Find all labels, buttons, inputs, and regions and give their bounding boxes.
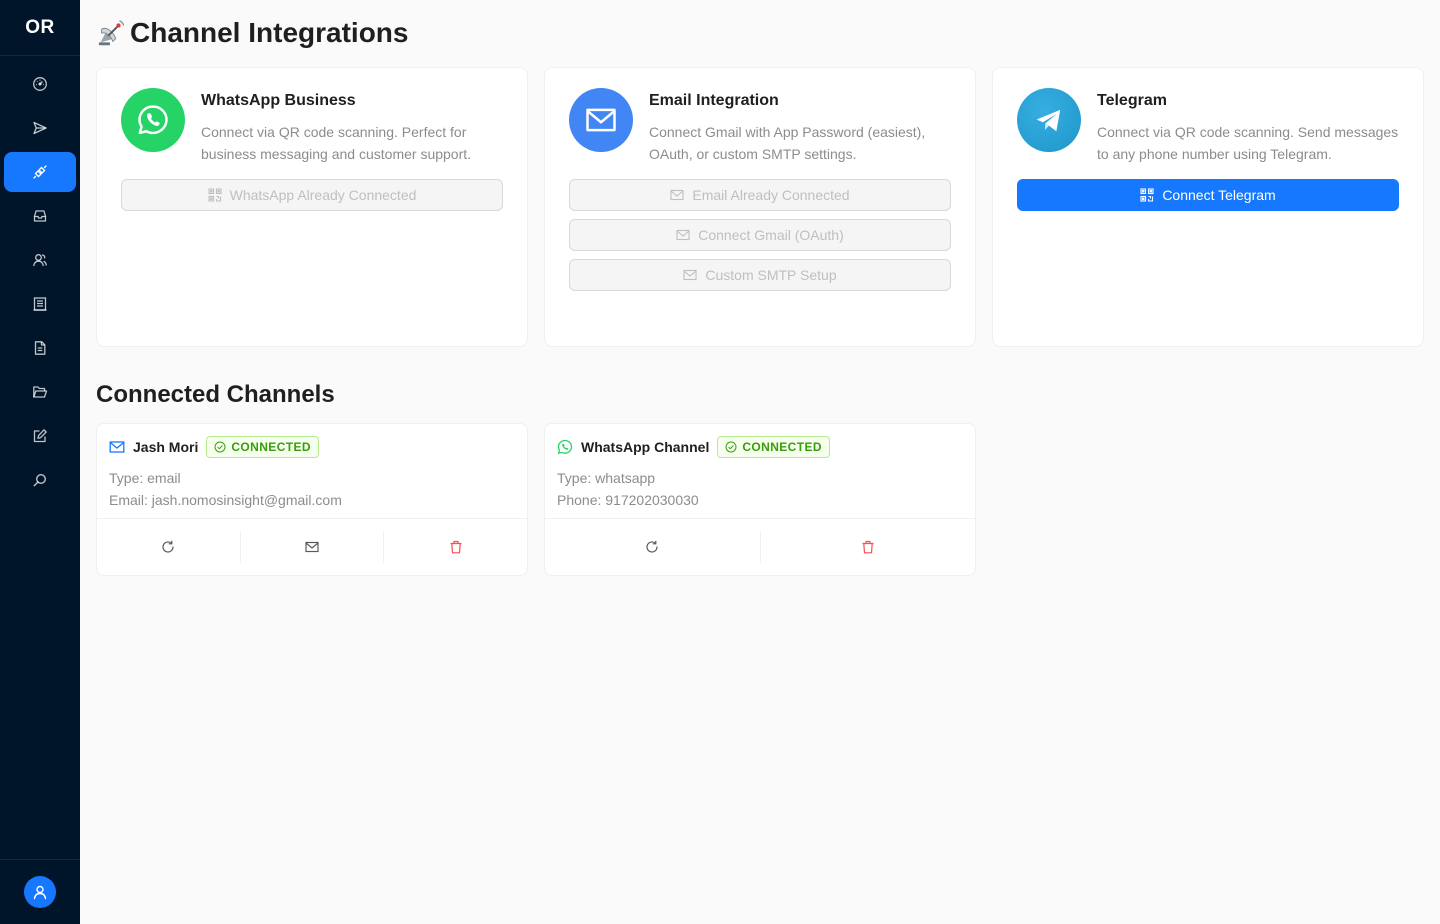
check-circle-icon [214, 441, 226, 453]
app-logo[interactable]: OR [0, 0, 80, 56]
sidebar-item-inbox[interactable] [4, 196, 76, 236]
reload-icon [646, 540, 658, 553]
connect-telegram-button[interactable]: Connect Telegram [1017, 179, 1399, 211]
sidebar-item-integrations[interactable] [4, 152, 76, 192]
status-badge: CONNECTED [206, 436, 319, 458]
satellite-antenna-emoji [98, 20, 125, 46]
delete-button[interactable] [761, 531, 976, 563]
user-icon [33, 885, 47, 900]
email-connected-button[interactable]: Email Already Connected [569, 179, 951, 211]
button-label: Custom SMTP Setup [705, 267, 837, 283]
reload-button[interactable] [545, 531, 761, 563]
whatsapp-connected-button[interactable]: WhatsApp Already Connected [121, 179, 503, 211]
status-text: CONNECTED [231, 440, 311, 454]
sidebar-item-companies[interactable] [4, 284, 76, 324]
main-content: Channel Integrations WhatsApp Business C… [80, 0, 1440, 924]
search-icon [33, 473, 47, 487]
telegram-icon [1036, 109, 1061, 132]
sidebar: OR [0, 0, 80, 924]
connected-channel-card-email: Jash Mori CONNECTED Type: email Email: j… [96, 423, 528, 576]
channel-detail: Phone: 917202030030 [557, 492, 699, 508]
sidebar-item-contacts[interactable] [4, 240, 76, 280]
channel-name: WhatsApp Channel [581, 439, 710, 455]
mail-icon [586, 108, 616, 132]
email-logo [569, 88, 633, 152]
edit-icon [33, 429, 47, 443]
page-title-text: Channel Integrations [130, 17, 409, 48]
qrcode-icon [1140, 188, 1154, 202]
channel-name: Jash Mori [133, 439, 199, 455]
whatsapp-integration-card: WhatsApp Business Connect via QR code sc… [96, 67, 528, 347]
telegram-integration-card: Telegram Connect via QR code scanning. S… [992, 67, 1424, 347]
dashboard-icon [33, 77, 47, 91]
delete-icon [862, 540, 874, 554]
button-label: Email Already Connected [692, 187, 850, 203]
sidebar-item-search[interactable] [4, 460, 76, 500]
whatsapp-icon [138, 105, 168, 135]
sidebar-nav [0, 56, 80, 500]
mail-icon [305, 541, 319, 553]
check-circle-icon [725, 441, 737, 453]
building-icon [33, 297, 47, 311]
sidebar-item-campaigns[interactable] [4, 108, 76, 148]
channel-actions [97, 519, 527, 575]
button-label: WhatsApp Already Connected [229, 187, 417, 203]
reload-button[interactable] [97, 531, 241, 563]
integration-description: Connect via QR code scanning. Perfect fo… [201, 124, 472, 162]
connected-channels-title: Connected Channels [96, 381, 335, 408]
page-title: Channel Integrations [96, 17, 408, 49]
mail-icon [676, 229, 690, 241]
status-badge: CONNECTED [717, 436, 830, 458]
status-text: CONNECTED [742, 440, 822, 454]
delete-icon [450, 540, 462, 554]
integration-title: Telegram [1097, 92, 1167, 109]
connected-channel-card-whatsapp: WhatsApp Channel CONNECTED Type: whatsap… [544, 423, 976, 576]
custom-smtp-button[interactable]: Custom SMTP Setup [569, 259, 951, 291]
integration-link-icon [33, 165, 47, 179]
file-icon [34, 341, 46, 355]
folder-open-icon [33, 386, 48, 398]
sidebar-item-documents[interactable] [4, 328, 76, 368]
channel-detail: Email: jash.nomosinsight@gmail.com [109, 492, 342, 508]
whatsapp-icon [557, 439, 573, 454]
channel-actions [545, 519, 975, 575]
integration-title: WhatsApp Business [201, 92, 356, 109]
channel-type: Type: whatsapp [557, 470, 656, 486]
button-label: Connect Gmail (OAuth) [698, 227, 844, 243]
send-email-button[interactable] [241, 531, 385, 563]
integration-description: Connect via QR code scanning. Send messa… [1097, 124, 1399, 162]
sidebar-item-dashboard[interactable] [4, 64, 76, 104]
mail-icon [670, 189, 684, 201]
mail-icon [683, 269, 697, 281]
sidebar-item-files[interactable] [4, 372, 76, 412]
integration-description: Connect Gmail with App Password (easiest… [649, 124, 926, 162]
reload-icon [162, 540, 174, 553]
whatsapp-logo [121, 88, 185, 152]
inbox-icon [33, 210, 47, 222]
qrcode-icon [208, 188, 222, 202]
sidebar-item-editor[interactable] [4, 416, 76, 456]
send-icon [33, 121, 47, 135]
mail-icon [109, 441, 125, 453]
user-avatar[interactable] [24, 876, 56, 908]
button-label: Connect Telegram [1162, 187, 1276, 203]
contacts-icon [33, 254, 47, 267]
sidebar-footer [0, 859, 80, 924]
connect-gmail-oauth-button[interactable]: Connect Gmail (OAuth) [569, 219, 951, 251]
telegram-logo [1017, 88, 1081, 152]
integration-title: Email Integration [649, 92, 779, 109]
delete-button[interactable] [384, 531, 527, 563]
email-integration-card: Email Integration Connect Gmail with App… [544, 67, 976, 347]
channel-type: Type: email [109, 470, 181, 486]
